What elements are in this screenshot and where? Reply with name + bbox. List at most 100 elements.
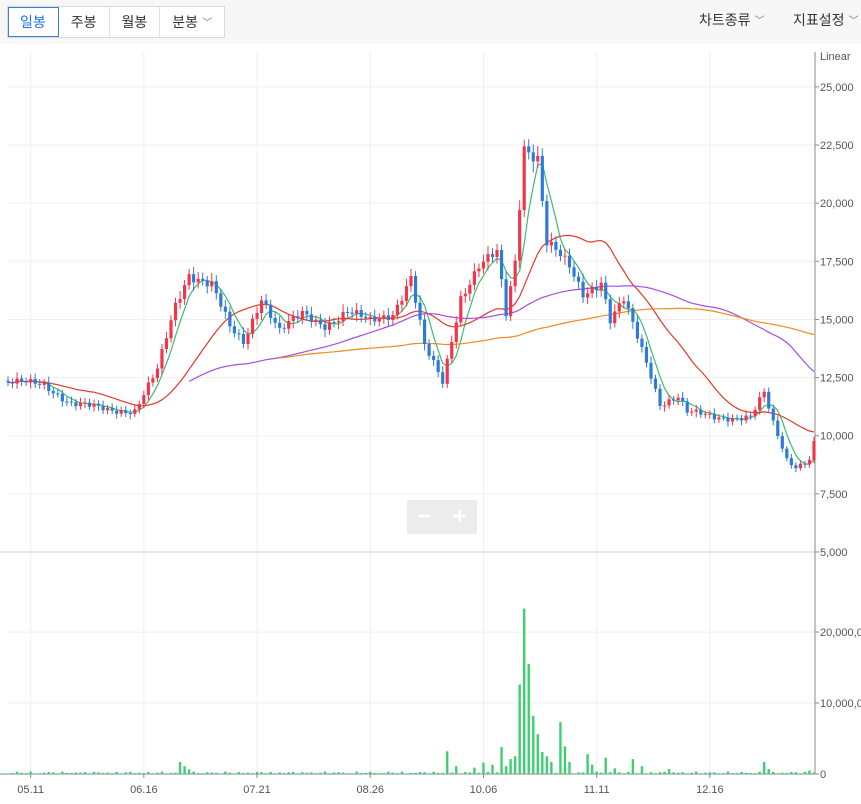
volume-bar [33,773,37,774]
zoom-in-button[interactable]: + [442,500,477,534]
volume-bar [47,772,50,774]
candle-body [309,314,313,322]
candle-body [106,408,110,411]
volume-bar [722,773,725,774]
candle-body [92,403,96,407]
volume-bar [464,771,467,774]
candle-body [495,250,499,257]
indicator-settings-menu[interactable]: 지표설정 ﹀ [793,0,859,44]
volume-bar [808,770,811,774]
candle-body [445,358,449,384]
candle-body [282,327,286,329]
candle-body [739,418,744,421]
volume-bar [52,772,55,774]
volume-bar [595,771,598,774]
candle-body [264,300,268,305]
candle-body [250,318,255,334]
volume-bar [219,773,223,774]
volume-bar [604,757,607,774]
stock-chart[interactable]: 5,000 7,500 10,000 12,500 15,000 17,500 20,000… [0,44,861,804]
volume-bar [120,773,123,774]
candle-body [241,333,246,344]
volume-bar [156,772,159,774]
candle-body [19,378,24,382]
candle-body [595,287,599,290]
candle-body [776,420,780,437]
chart-type-menu[interactable]: 차트종류 ﹀ [699,0,765,44]
volume-bar [305,772,309,774]
candle-body [368,316,372,319]
volume-bar [20,772,23,774]
volume-bar [278,772,281,774]
volume-bar [799,773,802,774]
volume-bar [563,746,567,774]
volume-bar [609,772,612,774]
volume-bar [260,772,263,774]
volume-bar [355,771,358,774]
candle-body [219,293,223,307]
candle-body [42,382,46,385]
volume-bar [246,772,250,774]
candle-body [38,383,42,385]
volume-bar [572,773,576,774]
candle-body [373,316,377,322]
volume-bar [432,771,435,774]
x-tick-label: 12.16 [696,784,724,796]
candle-body [422,319,427,345]
volume-bar [337,772,340,774]
volume-bar [513,756,517,774]
volume-bar [115,771,118,774]
candle-body [386,315,390,320]
candle-body [672,399,676,401]
candle-body [558,249,563,257]
volume-bar [468,772,472,774]
scale-label: Linear [820,51,851,63]
volume-bar [373,772,376,774]
volume-bar [663,771,666,774]
volume-bar [731,772,734,774]
tab-weekly[interactable]: 주봉 [59,7,110,37]
volume-bar [803,771,807,774]
volume-bar [292,771,295,774]
volume-bar [201,773,204,774]
candle-body [382,315,386,319]
candle-body [255,313,259,319]
tab-monthly[interactable]: 월봉 [110,7,161,37]
candle-body [336,321,341,323]
volume-bar [310,772,313,774]
candle-body [653,378,658,389]
volume-bar [559,722,562,774]
candle-body [173,302,178,321]
candle-body [400,300,404,305]
volume-bar [101,772,105,774]
candle-body [708,413,712,415]
volume-bar [138,772,141,774]
zoom-out-button[interactable]: − [407,500,442,534]
period-tabs: 일봉 주봉 월봉 분봉 ﹀ [7,6,226,38]
candle-body [649,362,653,379]
tab-daily[interactable]: 일봉 [8,7,59,37]
candle-body [509,286,513,317]
volume-bar [369,771,372,774]
volume-bar [273,773,277,774]
candle-body [128,412,132,414]
candle-body [807,459,812,465]
volume-bar [165,773,168,774]
chevron-down-icon: ﹀ [848,16,859,27]
tab-minute-label: 분봉 [172,14,199,30]
volume-bar [772,771,775,774]
tab-minute[interactable]: 분봉 ﹀ [160,7,224,37]
candle-body [318,319,323,325]
volume-bar [446,751,449,774]
volume-bar [405,773,408,774]
candle-body [269,304,273,318]
candle-body [785,448,789,459]
volume-bar [518,684,521,774]
volume-bar [735,772,739,774]
candle-body [499,250,504,280]
volume-bar [387,771,390,774]
candle-body [60,394,64,402]
candle-body [210,281,214,287]
candle-body [137,404,141,410]
volume-bar [283,773,286,774]
